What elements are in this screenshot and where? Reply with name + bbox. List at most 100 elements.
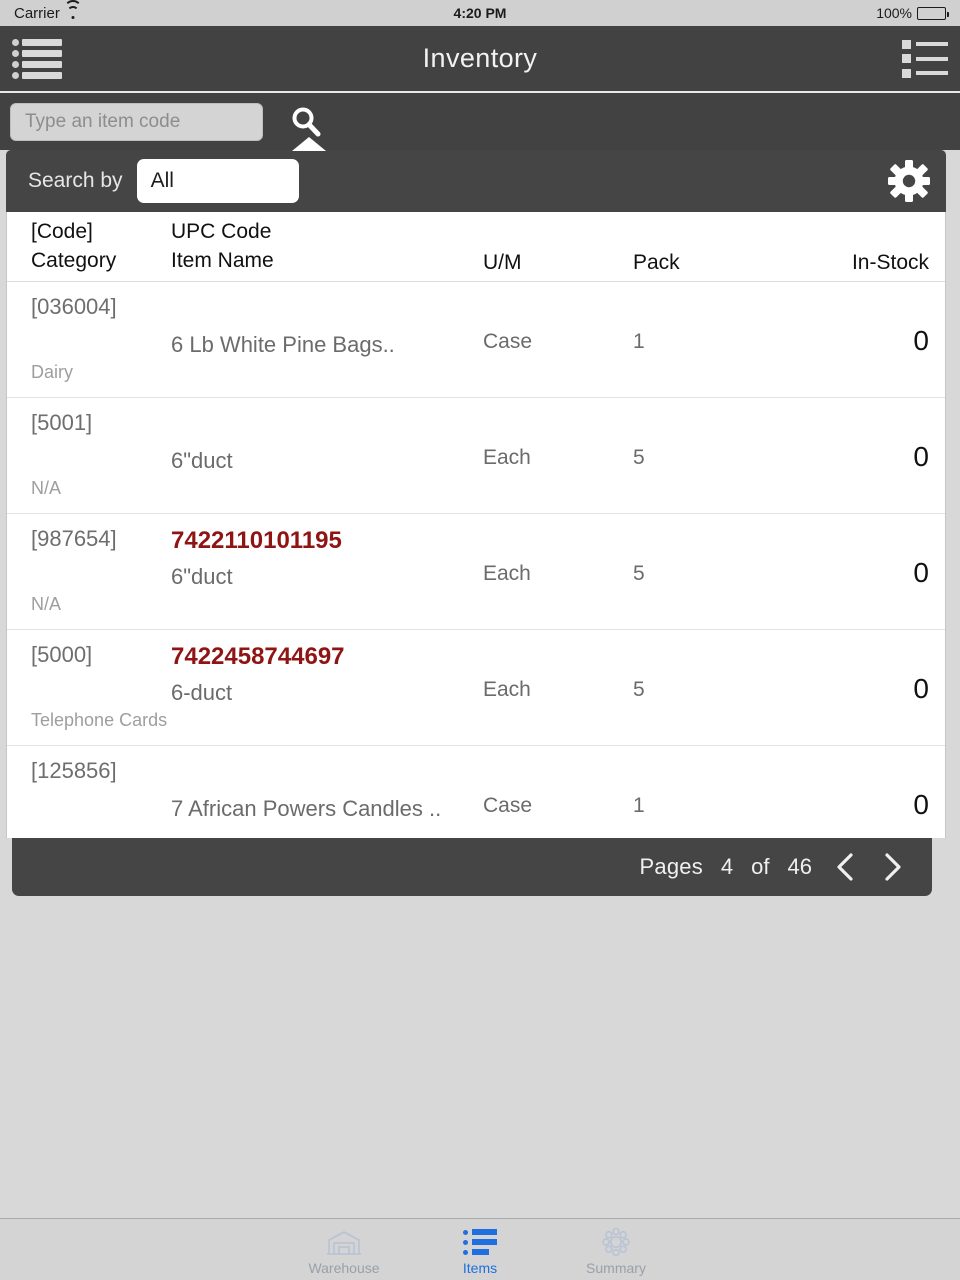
items-icon-dot [463, 1230, 468, 1235]
row-um: Case [483, 746, 633, 818]
menu-icon-bar [22, 61, 62, 68]
menu-icon-bar [22, 39, 62, 46]
menu-icon-dot [12, 72, 19, 79]
menu-icon-bar [22, 72, 62, 79]
pager-of-label: of [751, 854, 769, 880]
row-item-name: 6 Lb White Pine Bags.. [171, 330, 483, 360]
row-um: Each [483, 630, 633, 702]
battery-percent-label: 100% [876, 5, 912, 21]
search-by-label: Search by [28, 169, 123, 193]
menu-icon-row [12, 50, 62, 57]
row-item-name: 6"duct [171, 446, 483, 476]
table-body: [036004]Dairy6 Lb White Pine Bags..Case1… [7, 282, 945, 838]
row-name-cell: 6"duct [171, 398, 483, 476]
bottom-tab-bar: Warehouse Items [0, 1218, 960, 1280]
menu-icon-dot [12, 50, 19, 57]
status-bar-time: 4:20 PM [0, 5, 960, 21]
row-name-cell: 7422110101195 6"duct [171, 514, 483, 592]
row-code-cell: [125856] [31, 746, 171, 838]
row-um: Case [483, 282, 633, 354]
table-row[interactable]: [5001] N/A6"ductEach50 [7, 398, 945, 514]
search-by-select[interactable]: All [137, 159, 299, 203]
row-code-cell: [5001] N/A [31, 398, 171, 513]
tab-warehouse[interactable]: Warehouse [290, 1223, 398, 1276]
row-item-code: [125856] [31, 758, 171, 784]
row-pack: 5 [633, 398, 793, 470]
menu-icon-row [12, 39, 62, 46]
search-by-bar: Search by All [6, 150, 946, 212]
row-name-cell: 74224587446976-duct [171, 630, 483, 708]
pagination-bar: Pages 4 of 46 [12, 838, 932, 896]
status-bar-right: 100% [876, 5, 946, 21]
items-icon-dot [463, 1250, 468, 1255]
tab-items-label: Items [463, 1260, 497, 1276]
table-row[interactable]: [5000]Telephone Cards74224587446976-duct… [7, 630, 945, 746]
gear-icon[interactable] [886, 158, 932, 204]
chevron-right-icon[interactable] [878, 850, 908, 884]
wifi-icon [66, 7, 81, 19]
table-header-row: [Code] Category UPC Code Item Name U/M P… [7, 212, 945, 282]
row-category: Dairy [31, 362, 171, 383]
menu-list-icon[interactable] [12, 37, 62, 81]
search-input[interactable] [10, 103, 263, 141]
table-row[interactable]: [987654]N/A74221101011956"ductEach50 [7, 514, 945, 630]
row-in-stock: 0 [793, 282, 929, 357]
column-header-upc: UPC Code [171, 220, 483, 244]
tab-summary-label: Summary [586, 1260, 646, 1276]
inventory-table: [Code] Category UPC Code Item Name U/M P… [6, 212, 946, 838]
table-row[interactable]: [036004] Dairy6 Lb White Pine Bags..Case1… [7, 282, 945, 398]
list-icon-row [902, 69, 948, 78]
menu-icon-dot [12, 61, 19, 68]
list-icon-bar [916, 71, 948, 75]
column-header-name: UPC Code Item Name [171, 220, 483, 273]
row-item-code: [5001] [31, 410, 171, 436]
menu-icon-dot [12, 39, 19, 46]
tab-warehouse-label: Warehouse [308, 1260, 379, 1276]
inventory-panel: Search by All [6, 150, 946, 896]
pager-pages-label: Pages [640, 854, 703, 880]
row-in-stock: 0 [793, 398, 929, 473]
row-um: Each [483, 514, 633, 586]
row-code-cell: [987654] N/A [31, 514, 171, 629]
tab-summary[interactable]: Summary [562, 1223, 670, 1276]
items-icon-bar [472, 1249, 489, 1255]
list-icon-row [902, 40, 948, 49]
row-category: N/A [31, 594, 171, 615]
row-um: Each [483, 398, 633, 470]
table-row[interactable]: [125856]7 African Powers Candles ..Case1… [7, 746, 945, 838]
row-upc-code: 7422110101195 [171, 524, 483, 558]
list-view-icon[interactable] [902, 40, 948, 78]
column-header-code-line1: [Code] [31, 220, 171, 244]
menu-icon-bar [22, 50, 62, 57]
row-in-stock: 0 [793, 630, 929, 705]
row-upc-code: 7422458744697 [171, 640, 483, 674]
search-bar [0, 93, 960, 150]
row-item-code: [5000] [31, 642, 171, 668]
menu-icon-row [12, 61, 62, 68]
column-header-code-line2: Category [31, 249, 171, 273]
status-bar-left: Carrier [14, 5, 81, 22]
items-list-icon [463, 1227, 497, 1257]
items-icon-dot [463, 1240, 468, 1245]
chevron-left-icon[interactable] [830, 850, 860, 884]
battery-icon [917, 7, 946, 20]
list-icon-square [902, 69, 911, 78]
row-item-name: 6"duct [171, 562, 483, 592]
summary-gear-icon [600, 1227, 632, 1257]
row-category: N/A [31, 478, 171, 499]
row-code-cell: [5000]Telephone Cards [31, 630, 171, 745]
panel-caret-icon [292, 137, 326, 151]
warehouse-icon [326, 1227, 362, 1257]
items-icon-bar [472, 1239, 497, 1245]
column-header-pack: Pack [633, 220, 793, 275]
row-item-code: [987654] [31, 526, 171, 552]
list-icon-row [902, 54, 948, 63]
list-icon-bar [916, 57, 948, 61]
tab-items[interactable]: Items [426, 1223, 534, 1276]
row-item-code: [036004] [31, 294, 171, 320]
row-code-cell: [036004] Dairy [31, 282, 171, 397]
row-name-cell: 7 African Powers Candles .. [171, 746, 483, 824]
row-name-cell: 6 Lb White Pine Bags.. [171, 282, 483, 360]
pager-current-page: 4 [721, 854, 733, 880]
row-pack: 1 [633, 282, 793, 354]
